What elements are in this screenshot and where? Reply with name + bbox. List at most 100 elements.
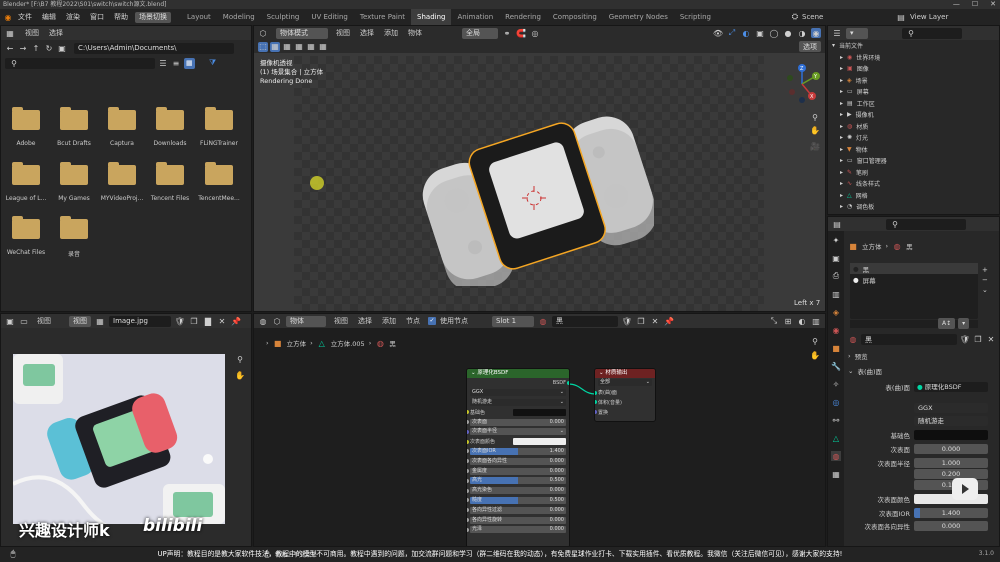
viewport-menu-add[interactable]: 添加 (384, 28, 398, 38)
node-value-field[interactable]: 次表面 0.000 (470, 418, 566, 426)
material-browse-icon[interactable]: ◍ (538, 316, 548, 326)
tab-geometry-nodes[interactable]: Geometry Nodes (603, 9, 674, 25)
folder-item[interactable]: Downloads (145, 107, 195, 147)
view-layer-tab-icon[interactable]: ▥ (831, 289, 841, 299)
tab-uv-editing[interactable]: UV Editing (305, 9, 354, 25)
folder-item[interactable]: TencentMee... (194, 162, 244, 202)
material-slot-item[interactable]: ● 屏幕 (850, 274, 978, 285)
file-search-input[interactable]: ⚲ (5, 57, 155, 69)
folder-item[interactable]: League of L... (1, 162, 51, 202)
outliner-item-lights[interactable]: ▸ ✺ 灯光 (828, 132, 999, 144)
3d-viewport-panel[interactable]: ⬡ 物体模式 视图 选择 添加 物体 全局 ⚭ 🧲 ◎ 👁 ⤢ ◐ ▣ ◯ ● … (253, 25, 826, 312)
overlay-toggle-icon[interactable]: ◐ (741, 28, 751, 38)
menu-file[interactable]: 文件 (13, 9, 37, 25)
blender-logo-icon[interactable]: ◉ (3, 12, 13, 22)
viewport-menu-select[interactable]: 选择 (360, 28, 374, 38)
outliner-item-cameras[interactable]: ▸ ▶ 摄像机 (828, 109, 999, 121)
input-socket[interactable] (467, 469, 469, 474)
surface-shader-dropdown[interactable]: ● 原理化BSDF (914, 381, 988, 392)
input-socket[interactable] (595, 400, 597, 405)
properties-search-input[interactable]: ⚲ (886, 218, 966, 230)
display-mode-dropdown[interactable]: ▾ (846, 27, 868, 39)
node-method-dropdown[interactable]: 随机游走 ⌄ (470, 398, 566, 406)
principled-bsdf-node[interactable]: ⌄ 原理化BSDF BSDF GGX ⌄ 随机游走 ⌄ 基础色 次表面 0.000 次… (466, 368, 570, 546)
snap-icon[interactable]: 🧲 (516, 28, 526, 38)
texture-tab-icon[interactable]: ▦ (831, 469, 841, 479)
snap-element-icon[interactable]: ⊞ (783, 316, 793, 326)
image-mode-icon[interactable]: ▭ (19, 316, 29, 326)
outliner-item-images[interactable]: ▸ ▣ 图像 (828, 63, 999, 75)
tab-sculpting[interactable]: Sculpting (261, 9, 306, 25)
input-socket[interactable] (467, 518, 469, 523)
outliner-item-world[interactable]: ▸ ◉ 世界环境 (828, 52, 999, 64)
menu-window[interactable]: 窗口 (85, 9, 109, 25)
folder-item[interactable]: FLiNGTrainer (194, 107, 244, 147)
back-arrow-icon[interactable]: ← (5, 43, 15, 53)
menu-render[interactable]: 渲染 (61, 9, 85, 25)
editor-type-icon[interactable]: ▦ (5, 28, 15, 38)
input-socket[interactable] (467, 439, 469, 444)
input-socket[interactable] (467, 410, 469, 415)
outliner-item-brushes[interactable]: ▸ ✎ 笔刷 (828, 167, 999, 179)
folder-item[interactable]: Bcut Drafts (49, 107, 99, 147)
constraints-tab-icon[interactable]: ⚯ (831, 415, 841, 425)
node-title[interactable]: ⌄ 原理化BSDF (467, 369, 569, 378)
node-value-field[interactable]: 糙度 0.500 (470, 496, 566, 504)
transform-orientation-dropdown[interactable]: 全局 (462, 27, 498, 39)
view-layer-icon[interactable]: ▤ (896, 12, 906, 22)
options-dropdown[interactable]: 选项 (799, 41, 821, 52)
node-material-field[interactable]: 黑 (552, 315, 618, 327)
material-name-field[interactable]: 黑 (861, 334, 957, 345)
outliner-item-linestyles[interactable]: ▸ ∿ 线条样式 (828, 178, 999, 190)
zoom-icon[interactable]: ⚲ (810, 112, 820, 122)
tab-texture-paint[interactable]: Texture Paint (354, 9, 411, 25)
image-name-field[interactable]: Image.jpg (109, 315, 171, 327)
open-image-icon[interactable]: ▇ (203, 316, 213, 326)
node-value-field[interactable]: 各向异性旋转 0.000 (470, 516, 566, 524)
maximize-icon[interactable]: ☐ (972, 0, 978, 9)
duplicate-material-icon[interactable]: ❐ (636, 316, 646, 326)
tab-compositing[interactable]: Compositing (547, 9, 603, 25)
shading-rendered-icon[interactable]: ◉ (811, 28, 821, 38)
unlink-material-icon[interactable]: ✕ (986, 335, 996, 345)
unlink-material-icon[interactable]: ✕ (650, 316, 660, 326)
subsurface-radius-y-field[interactable]: 0.200 (914, 468, 988, 479)
scene-tab-icon[interactable]: ◈ (831, 307, 841, 317)
editor-type-icon[interactable]: ▣ (5, 316, 15, 326)
file-menu-select[interactable]: 选择 (49, 28, 63, 38)
add-slot-icon[interactable]: + (982, 265, 988, 275)
input-socket[interactable] (467, 527, 469, 532)
xray-icon[interactable]: ▣ (755, 28, 765, 38)
mode-dropdown[interactable]: 物体模式 (276, 27, 328, 39)
navigation-gizmo[interactable]: Z Y X (782, 64, 822, 104)
overlay-icon[interactable]: ◐ (797, 316, 807, 326)
input-socket[interactable] (467, 488, 469, 493)
editor-type-icon[interactable]: ⬡ (258, 28, 268, 38)
node-menu-select[interactable]: 选择 (358, 316, 372, 326)
pan-hand-icon[interactable]: ✋ (810, 350, 820, 360)
viewport-menu-object[interactable]: 物体 (408, 28, 422, 38)
node-editor-panel[interactable]: ◍ ⬡ 物体 视图 选择 添加 节点 ✓ 使用节点 Slot 1 ◍ 黑 🛡 ❐… (253, 313, 826, 547)
world-tab-icon[interactable]: ◉ (831, 325, 841, 335)
node-distribution-dropdown[interactable]: GGX ⌄ (470, 389, 566, 397)
visibility-icon[interactable]: 👁 (713, 28, 723, 38)
parent-dir-icon[interactable]: ↑ (31, 43, 41, 53)
material-output-node[interactable]: ⌄ 材质输出 全部 ⌄ 表(曲)面 体积(音量) 置换 (594, 368, 656, 422)
folder-item[interactable]: Adobe (1, 107, 51, 147)
material-tab-icon[interactable]: ◍ (831, 451, 841, 461)
sidebar-toggle-icon[interactable]: ▥ (811, 316, 821, 326)
outliner-item-meshes[interactable]: ▸ △ 网格 (828, 190, 999, 202)
short-list-icon[interactable]: ≡ (171, 58, 181, 68)
pin-icon[interactable]: 📌 (664, 316, 674, 326)
duplicate-material-icon[interactable]: ❐ (973, 335, 983, 345)
viewport-menu-view[interactable]: 视图 (336, 28, 350, 38)
camera-view-icon[interactable]: 🎥 (810, 141, 820, 151)
editor-type-icon[interactable]: ◍ (258, 316, 268, 326)
select-subtract-icon[interactable]: ▦ (294, 42, 304, 52)
shader-type-icon[interactable]: ⬡ (272, 316, 282, 326)
select-invert-icon[interactable]: ▦ (306, 42, 316, 52)
subsurface-radius-x-field[interactable]: 1.000 (914, 457, 988, 468)
input-socket[interactable] (467, 508, 469, 513)
output-socket[interactable] (567, 380, 569, 385)
select-extend-icon[interactable]: ▦ (282, 42, 292, 52)
